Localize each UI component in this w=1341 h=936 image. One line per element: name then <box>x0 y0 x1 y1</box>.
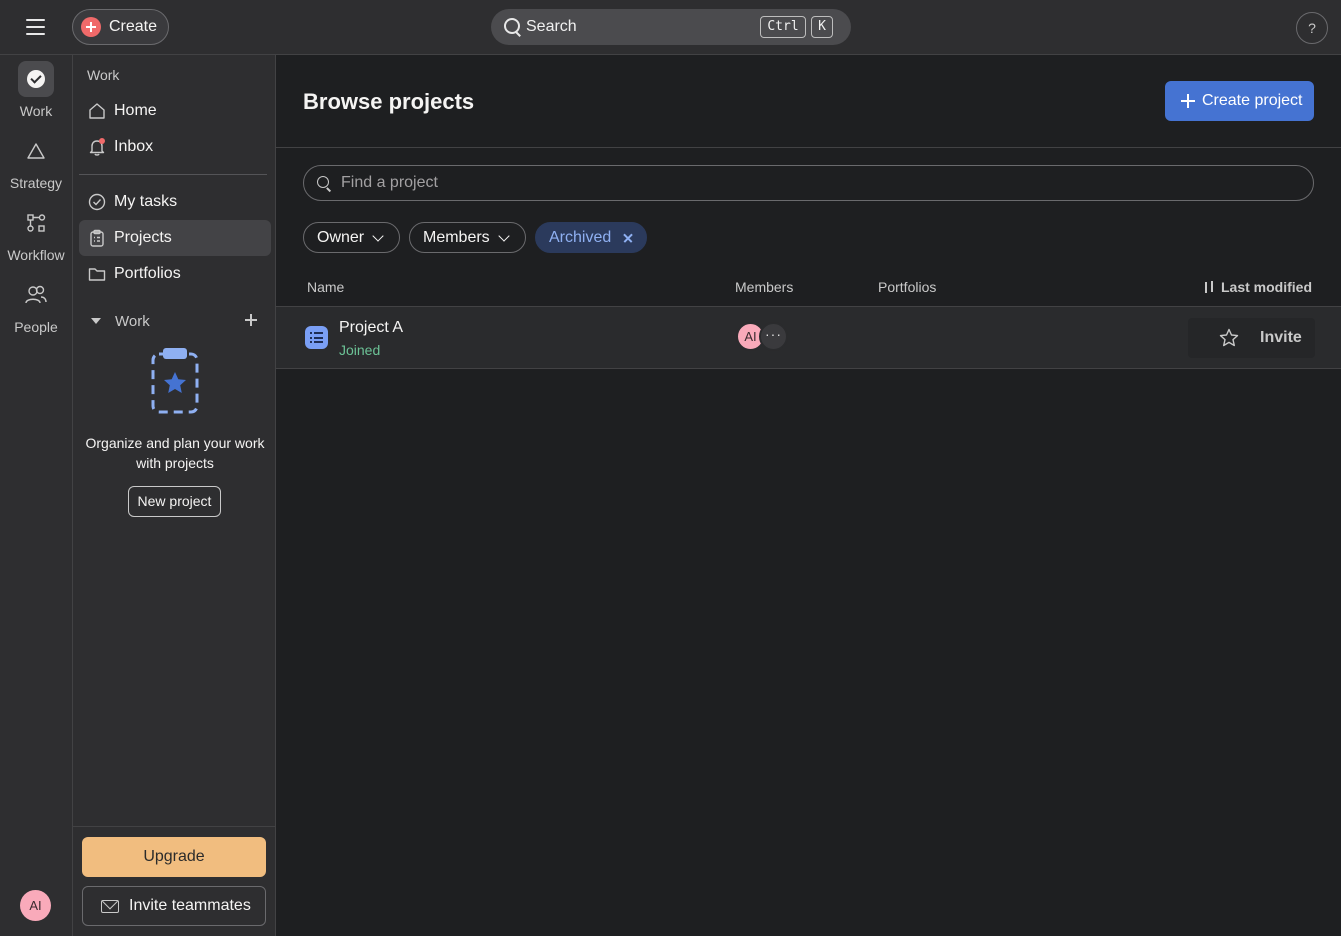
check-circle-outline-icon <box>87 192 107 212</box>
folder-icon <box>87 264 107 284</box>
rail-item-label: Strategy <box>9 175 63 191</box>
rail-item-label: Workflow <box>7 247 65 263</box>
archived-filter-label: Archived <box>549 228 612 246</box>
left-rail: Work Strategy Workflow People AI <box>0 55 72 936</box>
owner-filter[interactable]: Owner <box>303 222 400 253</box>
star-icon[interactable] <box>1218 327 1240 349</box>
new-project-button[interactable]: New project <box>128 486 221 517</box>
rail-item-label: Work <box>19 103 53 119</box>
sidebar-item-label: My tasks <box>114 193 178 210</box>
sidebar-item-home[interactable]: Home <box>79 93 271 129</box>
project-status: Joined <box>339 342 381 358</box>
main-content: Browse projects Create project Owner Mem… <box>276 55 1341 936</box>
invite-teammates-label: Invite teammates <box>129 897 251 914</box>
members-filter-label: Members <box>423 228 490 246</box>
column-header-portfolios: Portfolios <box>878 279 937 295</box>
sidebar-item-label: Portfolios <box>114 265 181 282</box>
create-project-button[interactable]: Create project <box>1165 81 1314 121</box>
shortcut-k-key: K <box>811 16 833 38</box>
table-row[interactable]: Project A Joined AI ··· Invite <box>276 307 1341 369</box>
chevron-down-icon <box>498 229 510 242</box>
find-project-search <box>303 165 1314 201</box>
user-avatar[interactable]: AI <box>20 890 51 921</box>
members-filter[interactable]: Members <box>409 222 526 253</box>
sidebar: Work Home Inbox My tasks Projects Portfo… <box>72 55 276 936</box>
triangle-icon <box>18 133 54 169</box>
archived-filter[interactable]: Archived <box>535 222 647 253</box>
shortcut-ctrl-key: Ctrl <box>760 16 806 38</box>
sidebar-item-label: Inbox <box>114 138 154 155</box>
create-project-label: Create project <box>1202 92 1303 109</box>
project-name[interactable]: Project A <box>339 319 403 337</box>
column-header-name: Name <box>307 279 345 295</box>
sidebar-item-portfolios[interactable]: Portfolios <box>79 256 271 292</box>
invite-teammates-button[interactable]: Invite teammates <box>82 886 266 926</box>
sidebar-section-label: Work <box>87 67 120 83</box>
top-bar: Create Search Ctrl K ? <box>0 0 1341 55</box>
owner-filter-label: Owner <box>317 228 365 246</box>
column-header-last-modified[interactable]: Last modified <box>1202 279 1312 295</box>
sidebar-item-inbox[interactable]: Inbox <box>79 129 271 165</box>
home-icon <box>87 101 107 121</box>
search-icon <box>504 18 522 36</box>
column-header-members: Members <box>735 279 794 295</box>
chevron-down-icon <box>372 229 384 242</box>
caret-down-icon[interactable] <box>91 318 101 324</box>
row-actions: Invite <box>1188 318 1315 358</box>
rail-item-work[interactable]: Work <box>0 57 72 127</box>
project-list-icon <box>305 326 328 349</box>
sidebar-work-group: Work <box>79 308 271 334</box>
sidebar-item-label: Home <box>114 102 157 119</box>
create-button[interactable]: Create <box>72 9 169 45</box>
upgrade-button[interactable]: Upgrade <box>82 837 266 877</box>
rail-item-strategy[interactable]: Strategy <box>0 129 72 199</box>
sidebar-work-group-label: Work <box>115 312 150 330</box>
rail-item-people[interactable]: People <box>0 273 72 343</box>
sidebar-item-my-tasks[interactable]: My tasks <box>79 184 271 220</box>
more-members-button[interactable]: ··· <box>759 322 788 351</box>
sidebar-footer: Upgrade Invite teammates <box>73 826 275 936</box>
find-project-input[interactable] <box>341 167 1313 199</box>
plus-icon <box>1181 94 1195 108</box>
sidebar-item-projects[interactable]: Projects <box>79 220 271 256</box>
people-icon <box>18 277 54 313</box>
mail-icon <box>101 899 119 913</box>
sidebar-item-label: Projects <box>114 229 172 246</box>
check-circle-icon <box>18 61 54 97</box>
bell-icon <box>87 137 107 157</box>
create-button-label: Create <box>109 18 158 35</box>
page-title: Browse projects <box>303 89 475 114</box>
invite-button[interactable]: Invite <box>1260 329 1302 347</box>
clipboard-icon <box>87 228 107 248</box>
search-label: Search <box>526 18 577 35</box>
sidebar-divider <box>79 174 267 175</box>
add-icon[interactable] <box>245 314 257 326</box>
help-button[interactable]: ? <box>1296 12 1328 44</box>
sort-icon <box>1202 280 1216 294</box>
rail-item-workflow[interactable]: Workflow <box>0 201 72 271</box>
hamburger-menu-icon[interactable] <box>22 15 50 39</box>
close-icon[interactable] <box>623 233 633 243</box>
header-divider <box>276 147 1341 148</box>
column-header-last-modified-label: Last modified <box>1221 279 1313 295</box>
project-clipboard-star-icon <box>151 348 199 414</box>
search-icon <box>317 176 331 190</box>
plus-circle-icon <box>81 17 101 37</box>
empty-state-text: Organize and plan your work with project… <box>85 435 265 471</box>
workflow-icon <box>18 205 54 241</box>
global-search[interactable]: Search Ctrl K <box>491 9 851 45</box>
rail-item-label: People <box>14 319 58 335</box>
